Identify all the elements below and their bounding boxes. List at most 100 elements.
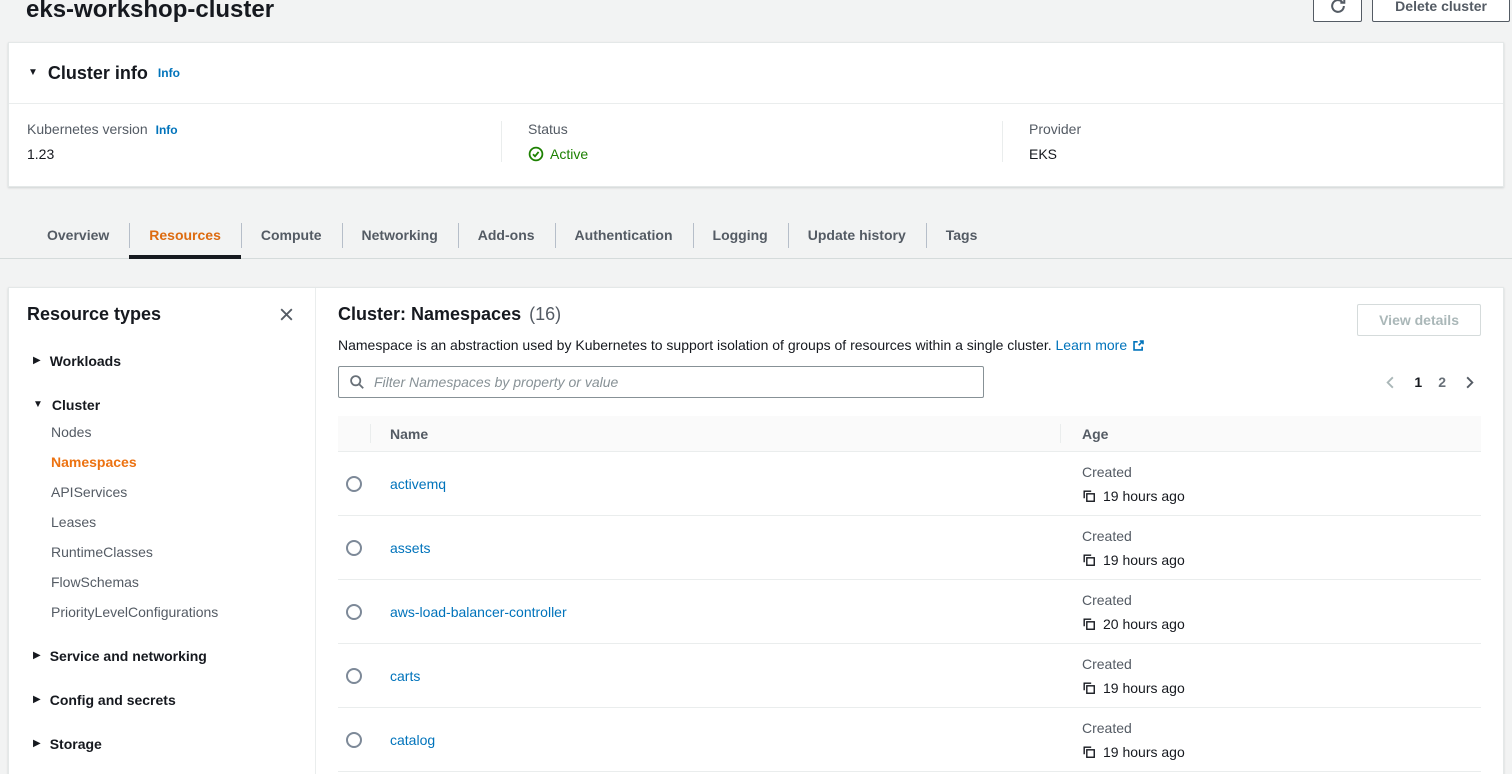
kubernetes-version-value: 1.23 (27, 146, 475, 162)
cluster-section-children: Nodes Namespaces APIServices Leases Runt… (21, 417, 303, 627)
created-label: Created (1082, 588, 1481, 612)
page-header: eks-workshop-cluster Delete cluster (0, 0, 1512, 42)
cluster-tabs: Overview Resources Compute Networking Ad… (0, 212, 1512, 259)
check-circle-icon (528, 146, 544, 162)
sidebar-item-runtimeclasses[interactable]: RuntimeClasses (21, 537, 303, 567)
refresh-icon (1329, 0, 1347, 15)
table-title: Cluster: Namespaces (338, 304, 521, 325)
sidebar-title: Resource types (27, 304, 161, 325)
learn-more-link[interactable]: Learn more (1056, 337, 1146, 353)
sidebar-item-apiservices[interactable]: APIServices (21, 477, 303, 507)
tab-networking[interactable]: Networking (342, 212, 458, 258)
age-value: 19 hours ago (1103, 676, 1185, 700)
copy-icon[interactable] (1082, 681, 1096, 695)
row-radio[interactable] (346, 476, 362, 492)
copy-icon[interactable] (1082, 745, 1096, 759)
table-description: Namespace is an abstraction used by Kube… (338, 337, 1145, 353)
caret-right-icon: ▶ (33, 651, 41, 661)
view-details-button[interactable]: View details (1357, 304, 1481, 336)
cluster-info-info-link[interactable]: Info (158, 66, 180, 80)
namespace-link[interactable]: activemq (390, 476, 446, 492)
filter-box (338, 366, 984, 398)
table-row: aws-load-balancer-controller Created 20 … (338, 580, 1481, 644)
sidebar-item-namespaces[interactable]: Namespaces (21, 447, 303, 477)
row-radio[interactable] (346, 604, 362, 620)
sidebar-item-nodes[interactable]: Nodes (21, 417, 303, 447)
tab-compute[interactable]: Compute (241, 212, 342, 258)
previous-page-icon[interactable] (1383, 375, 1398, 390)
caret-right-icon: ▶ (33, 695, 41, 705)
status-value: Active (550, 146, 588, 162)
delete-cluster-button[interactable]: Delete cluster (1372, 0, 1510, 22)
status-field: Status Active (501, 121, 1002, 162)
column-header-name: Name (370, 416, 1060, 451)
sidebar-item-leases[interactable]: Leases (21, 507, 303, 537)
eks-cluster-page: eks-workshop-cluster Delete cluster ▼ Cl… (0, 0, 1512, 774)
row-radio[interactable] (346, 540, 362, 556)
external-link-icon (1132, 339, 1145, 352)
caret-right-icon: ▶ (33, 356, 41, 366)
search-icon (349, 374, 365, 390)
sidebar-section-config-and-secrets[interactable]: ▶ Config and secrets (21, 692, 303, 708)
sidebar-close-button[interactable] (276, 304, 297, 325)
tab-overview[interactable]: Overview (27, 212, 129, 258)
created-label: Created (1082, 524, 1481, 548)
tab-tags[interactable]: Tags (926, 212, 998, 258)
sidebar-section-workloads[interactable]: ▶ Workloads (21, 353, 303, 369)
row-radio[interactable] (346, 732, 362, 748)
tab-resources[interactable]: Resources (129, 212, 241, 258)
age-value: 19 hours ago (1103, 484, 1185, 508)
copy-icon[interactable] (1082, 489, 1096, 503)
next-page-icon[interactable] (1462, 375, 1477, 390)
created-label: Created (1082, 460, 1481, 484)
cluster-info-panel: ▼ Cluster info Info Kubernetes version I… (8, 42, 1504, 187)
row-radio[interactable] (346, 668, 362, 684)
sidebar-section-cluster[interactable]: ▼ Cluster (21, 397, 303, 413)
status-label: Status (528, 121, 568, 137)
close-icon (278, 306, 295, 323)
table-row: assets Created 19 hours ago (338, 516, 1481, 580)
table-row: carts Created 19 hours ago (338, 644, 1481, 708)
provider-field: Provider EKS (1002, 121, 1503, 162)
resource-tree: ▶ Workloads ▼ Cluster Nodes Namespaces A… (21, 353, 303, 752)
table-count: (16) (529, 304, 561, 325)
namespace-link[interactable]: aws-load-balancer-controller (390, 604, 567, 620)
filter-namespaces-input[interactable] (374, 374, 973, 390)
copy-icon[interactable] (1082, 617, 1096, 631)
column-header-age: Age (1060, 416, 1481, 451)
sidebar-item-prioritylevelconfigurations[interactable]: PriorityLevelConfigurations (21, 597, 303, 627)
pagination: 1 2 (1383, 374, 1477, 390)
tab-add-ons[interactable]: Add-ons (458, 212, 555, 258)
page-number-1[interactable]: 1 (1414, 374, 1422, 390)
header-actions: Delete cluster (1313, 0, 1510, 22)
tab-authentication[interactable]: Authentication (555, 212, 693, 258)
created-label: Created (1082, 652, 1481, 676)
copy-icon[interactable] (1082, 553, 1096, 567)
tab-logging[interactable]: Logging (693, 212, 788, 258)
created-label: Created (1082, 716, 1481, 740)
namespaces-content: Cluster: Namespaces (16) Namespace is an… (316, 288, 1503, 774)
page-title: eks-workshop-cluster (26, 0, 274, 23)
age-value: 19 hours ago (1103, 740, 1185, 764)
caret-down-icon[interactable]: ▼ (28, 68, 38, 78)
sidebar-section-storage[interactable]: ▶ Storage (21, 736, 303, 752)
caret-right-icon: ▶ (33, 739, 41, 749)
kubernetes-version-info-link[interactable]: Info (156, 123, 178, 137)
refresh-button[interactable] (1313, 0, 1362, 22)
namespace-link[interactable]: catalog (390, 732, 435, 748)
kubernetes-version-label: Kubernetes version (27, 121, 148, 137)
cluster-info-title: Cluster info (48, 63, 148, 84)
namespace-link[interactable]: assets (390, 540, 430, 556)
sidebar-item-flowschemas[interactable]: FlowSchemas (21, 567, 303, 597)
tab-update-history[interactable]: Update history (788, 212, 926, 258)
sidebar-section-service-and-networking[interactable]: ▶ Service and networking (21, 648, 303, 664)
kubernetes-version-field: Kubernetes version Info 1.23 (9, 121, 501, 162)
table-header: Name Age (338, 416, 1481, 452)
cluster-info-header[interactable]: ▼ Cluster info Info (9, 43, 1503, 104)
provider-value: EKS (1029, 146, 1477, 162)
cluster-info-body: Kubernetes version Info 1.23 Status Acti… (9, 104, 1503, 186)
page-number-2[interactable]: 2 (1438, 374, 1446, 390)
provider-label: Provider (1029, 121, 1081, 137)
namespace-link[interactable]: carts (390, 668, 420, 684)
table-row: activemq Created 19 hours ago (338, 452, 1481, 516)
